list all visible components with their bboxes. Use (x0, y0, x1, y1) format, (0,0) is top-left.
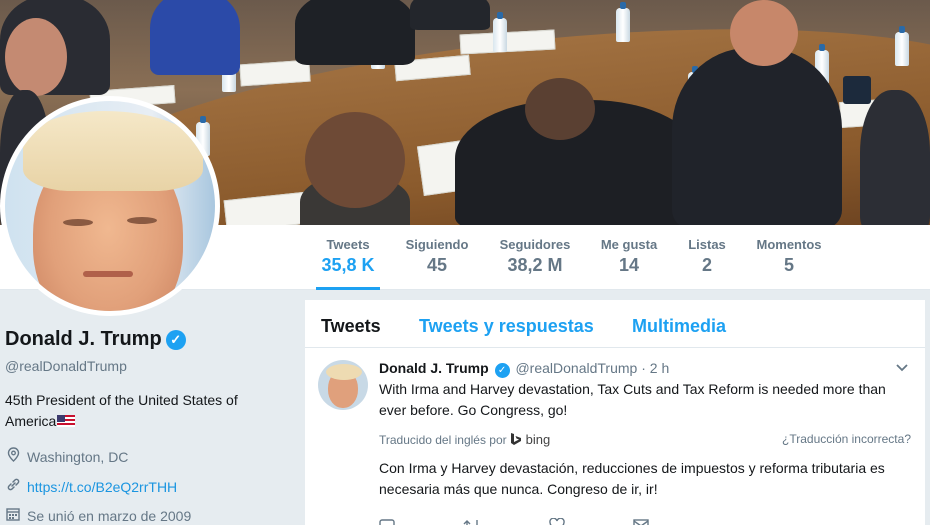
tweet-author-name[interactable]: Donald J. Trump (379, 360, 489, 376)
water-bottle (493, 12, 507, 52)
bio-text: 45th President of the United States of A… (5, 392, 238, 429)
stat-following[interactable]: Siguiendo 45 (404, 237, 470, 276)
us-flag-icon (57, 415, 76, 427)
person (295, 0, 415, 65)
coffee-mug (843, 76, 871, 104)
tweet-header: Donald J. Trump ✓ @realDonaldTrump · 2 h (379, 360, 669, 378)
location-pin-icon (5, 447, 21, 465)
stat-label: Momentos (756, 237, 822, 252)
stat-moments[interactable]: Momentos 5 (754, 237, 824, 276)
profile-bio: 45th President of the United States of A… (5, 390, 275, 432)
profile-avatar[interactable] (0, 96, 220, 316)
timeline-tabs: Tweets Tweets y respuestas Multimedia (305, 300, 925, 348)
avatar-mouth (83, 271, 133, 277)
stat-label: Siguiendo (405, 237, 469, 252)
stat-value: 2 (701, 255, 712, 275)
profile-location: Washington, DC (5, 447, 128, 465)
tab-media[interactable]: Multimedia (632, 316, 726, 337)
translation-bar: Traducido del inglés por bing ¿Traducció… (379, 432, 911, 447)
tweet-author-handle[interactable]: @realDonaldTrump (515, 360, 637, 376)
tweet[interactable]: Donald J. Trump ✓ @realDonaldTrump · 2 h… (305, 348, 925, 525)
timeline: Tweets Tweets y respuestas Multimedia Do… (305, 300, 925, 525)
stat-lists[interactable]: Listas 2 (686, 237, 728, 276)
water-bottle (616, 2, 630, 42)
avatar-eye (127, 217, 157, 224)
verified-icon: ✓ (494, 363, 510, 378)
like-icon[interactable] (549, 517, 569, 525)
wrong-translation-link[interactable]: ¿Traducción incorrecta? (782, 432, 911, 446)
avatar-photo (5, 101, 215, 311)
stat-value: 38,2 M (507, 255, 563, 275)
stat-tweets[interactable]: Tweets 35,8 K (316, 237, 380, 290)
stat-value: 14 (618, 255, 640, 275)
retweet-icon[interactable] (463, 519, 485, 525)
stat-value: 5 (783, 255, 794, 275)
person-head (525, 78, 595, 140)
person (860, 90, 930, 225)
tweet-avatar[interactable] (318, 360, 368, 410)
tab-tweets-replies[interactable]: Tweets y respuestas (419, 316, 594, 337)
person-head (5, 18, 67, 96)
tab-tweets[interactable]: Tweets (321, 316, 381, 337)
avatar-eye (63, 219, 93, 226)
stat-likes[interactable]: Me gusta 14 (598, 237, 660, 276)
tweet-actions (379, 517, 713, 525)
person (672, 48, 842, 225)
person (410, 0, 490, 30)
location-text: Washington, DC (27, 449, 129, 465)
water-bottle (895, 26, 909, 66)
profile-joined: Se unió en marzo de 2009 (5, 507, 191, 524)
verified-icon: ✓ (165, 330, 186, 350)
profile-url: https://t.co/B2eQ2rrTHH (5, 477, 177, 495)
profile-link[interactable]: https://t.co/B2eQ2rrTHH (27, 479, 177, 495)
stat-value: 35,8 K (321, 255, 375, 275)
tweet-timestamp[interactable]: · 2 h (641, 360, 669, 376)
stat-label: Tweets (326, 237, 370, 252)
link-icon (5, 477, 21, 495)
message-icon[interactable] (632, 519, 649, 525)
joined-text: Se unió en marzo de 2009 (27, 508, 192, 524)
bing-logo: bing (510, 432, 550, 447)
person (150, 0, 240, 75)
translated-from-label: Traducido del inglés por (379, 433, 507, 447)
tweet-menu-chevron-down-icon[interactable] (895, 360, 909, 376)
stat-followers[interactable]: Seguidores 38,2 M (498, 237, 572, 276)
calendar-icon (5, 507, 21, 524)
person-head (730, 0, 798, 66)
profile-name[interactable]: Donald J. Trump ✓ (5, 328, 186, 351)
stat-label: Seguidores (499, 237, 571, 252)
profile-card: Donald J. Trump ✓ @realDonaldTrump 45th P… (0, 290, 300, 525)
bing-text: bing (525, 432, 551, 447)
stat-label: Listas (688, 237, 726, 252)
profile-handle[interactable]: @realDonaldTrump (5, 358, 127, 374)
reply-icon[interactable] (379, 519, 399, 525)
tweet-translation: Con Irma y Harvey devastación, reduccion… (379, 460, 885, 497)
stat-label: Me gusta (600, 237, 658, 252)
tweet-text: With Irma and Harvey devastation, Tax Cu… (379, 381, 886, 418)
profile-name-text: Donald J. Trump (5, 328, 162, 350)
active-tab-underline (316, 287, 380, 290)
tweet-avatar-hair (326, 364, 362, 380)
stat-value: 45 (426, 255, 448, 275)
person-head (305, 112, 405, 208)
avatar-hair (23, 111, 203, 191)
